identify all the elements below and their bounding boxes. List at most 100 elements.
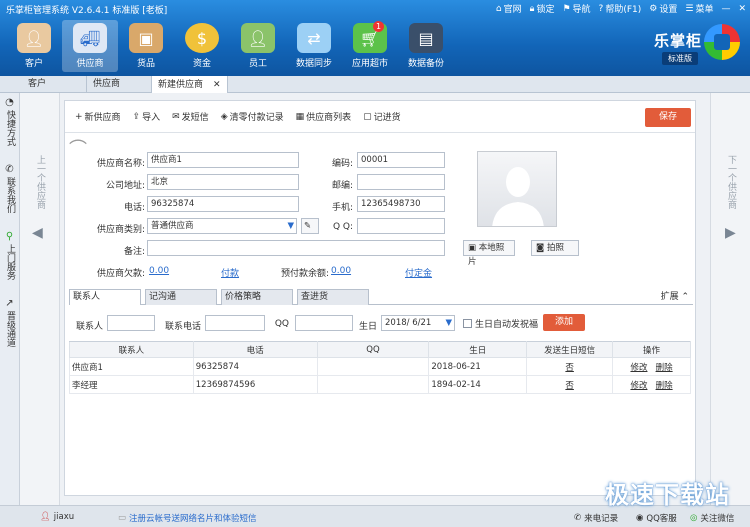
edit-link[interactable]: 修改 xyxy=(630,381,647,391)
sidebar-contact-us[interactable]: 联系我们 xyxy=(4,177,15,213)
clear-payment-button[interactable]: ◈ 清零付款记录 xyxy=(221,110,284,124)
nav-customer[interactable]: 👤︎ 客户 xyxy=(6,20,62,72)
nav-employee[interactable]: 👤︎ 员工 xyxy=(230,20,286,72)
name-label: 供应商名称: xyxy=(96,159,145,169)
app-market-badge: 1 xyxy=(373,21,384,32)
new-supplier-button[interactable]: + 新供应商 xyxy=(75,110,121,124)
watermark: 极速下载站 xyxy=(605,481,730,509)
top-menu: ⌂ 官网 🔒︎ 锁定 ⚑ 导航 ? 帮助(F1) ⚙ 设置 ☰ 菜单 — ✕ xyxy=(496,2,746,16)
settings-button[interactable]: ⚙ 设置 xyxy=(649,2,677,16)
tab-bar: 客户 供应商 新建供应商 ✕ xyxy=(0,76,750,93)
delete-link[interactable]: 删除 xyxy=(656,363,673,373)
subtab-contacts[interactable]: 联系人 xyxy=(69,289,141,305)
current-user: 👤︎ jiaxu xyxy=(40,512,75,522)
delete-link[interactable]: 删除 xyxy=(656,381,673,391)
register-notice[interactable]: ▭ 注册云帐号送网络名片和体验短信 xyxy=(118,512,257,524)
customer-icon: 👤︎ xyxy=(17,23,51,53)
category-label: 供应商类别: xyxy=(96,225,145,235)
nav-supplier[interactable]: 🚚︎ 供应商 xyxy=(62,20,118,72)
subtab-pricing[interactable]: 价格策略 xyxy=(221,289,293,305)
prev-supplier-panel[interactable]: 上一个供应商 ◀ xyxy=(20,93,60,505)
address-input[interactable]: 北京 xyxy=(147,174,299,190)
prepay-value[interactable]: 0.00 xyxy=(331,266,351,276)
table-row[interactable]: 供应商1 96325874 2018-06-21 否 修改 删除 xyxy=(69,357,691,376)
phone-input[interactable]: 96325874 xyxy=(147,196,299,212)
purchase-record-button[interactable]: ▢ 记进货 xyxy=(363,110,401,124)
nav-goods[interactable]: ▣ 货品 xyxy=(118,20,174,72)
cell-sms[interactable]: 否 xyxy=(526,357,614,376)
close-tab-icon[interactable]: ✕ xyxy=(213,77,221,93)
qq-input[interactable] xyxy=(357,218,445,234)
remark-input[interactable] xyxy=(147,240,445,256)
subtab-communication[interactable]: 记沟通 xyxy=(145,289,217,305)
phone-icon: ✆ xyxy=(5,164,14,175)
title-bar: 乐掌柜管理系统 V2.6.4.1 标准版 [老板] ⌂ 官网 🔒︎ 锁定 ⚑ 导航 ?… xyxy=(0,0,750,76)
guide-button[interactable]: ⚑ 导航 xyxy=(562,2,590,16)
mobile-input[interactable]: 12365498730 xyxy=(357,196,445,212)
chevron-left-icon[interactable]: ◀ xyxy=(32,225,43,241)
qq-service-button[interactable]: ◉ QQ客服 xyxy=(636,512,677,524)
name-input[interactable]: 供应商1 xyxy=(147,152,299,168)
contact-qq-input[interactable] xyxy=(295,315,353,331)
prepay-label: 预付款余额: xyxy=(280,269,329,279)
caller-log-button[interactable]: ✆ 来电记录 xyxy=(574,512,618,524)
money-bag-icon: $ xyxy=(185,23,219,53)
postcode-label: 邮编: xyxy=(331,181,353,191)
sidebar-upgrade[interactable]: 晋级通道 xyxy=(4,311,15,347)
lock-button[interactable]: 🔒︎ 锁定 xyxy=(530,2,555,16)
wechat-button[interactable]: ◎ 关注微信 xyxy=(690,512,734,524)
local-photo-button[interactable]: ▣ 本地照片 xyxy=(463,240,515,267)
postcode-input[interactable] xyxy=(357,174,445,190)
chevron-right-icon[interactable]: ▶ xyxy=(725,225,736,241)
debt-value[interactable]: 0.00 xyxy=(149,266,169,276)
dropdown-arrow-icon[interactable]: ▼ xyxy=(445,316,452,330)
chevron-up-icon: ⌃ xyxy=(681,292,689,302)
dropdown-arrow-icon[interactable]: ▼ xyxy=(287,219,294,233)
deposit-link[interactable]: 付定金 xyxy=(405,266,432,279)
tab-customer[interactable]: 客户 xyxy=(22,76,87,93)
code-input[interactable]: 00001 xyxy=(357,152,445,168)
nav-app-market[interactable]: 🛒︎ 应用超市 1 xyxy=(342,20,398,72)
sidebar-onsite-service[interactable]: 上门服务 xyxy=(4,244,15,280)
birthday-picker[interactable]: 2018/ 6/21 ▼ xyxy=(381,315,455,331)
nav-data-backup[interactable]: ▤ 数据备份 xyxy=(398,20,454,72)
next-supplier-panel[interactable]: 下一个供应商 ▶ xyxy=(710,93,750,505)
edit-link[interactable]: 修改 xyxy=(630,363,647,373)
contact-name-input[interactable] xyxy=(107,315,155,331)
qq-icon: ◉ xyxy=(636,513,644,523)
sidebar-shortcut[interactable]: 快捷方式 xyxy=(4,110,15,146)
menu-button[interactable]: ☰ 菜单 xyxy=(685,2,713,16)
subtab-purchases[interactable]: 查进货 xyxy=(297,289,369,305)
add-contact-button[interactable]: 添加 xyxy=(543,314,585,331)
supplier-list-button[interactable]: ▦ 供应商列表 xyxy=(296,110,352,124)
tab-new-supplier[interactable]: 新建供应商 ✕ xyxy=(152,76,228,93)
nav-data-sync[interactable]: ⇄ 数据同步 xyxy=(286,20,342,72)
close-button[interactable]: ✕ xyxy=(738,2,746,15)
minimize-button[interactable]: — xyxy=(721,2,730,15)
auto-bless-checkbox[interactable] xyxy=(463,319,472,328)
sub-tab-bar: 联系人 记沟通 价格策略 查进货 扩展 ⌃ xyxy=(69,289,693,305)
take-photo-button[interactable]: ◙ 拍照 xyxy=(531,240,579,256)
official-site-link[interactable]: ⌂ 官网 xyxy=(496,2,522,16)
send-sms-button[interactable]: ✉ 发短信 xyxy=(172,110,209,124)
contacts-table: 联系人 电话 QQ 生日 发送生日短信 操作 供应商1 96325874 201… xyxy=(69,341,691,394)
col-contact: 联系人 xyxy=(69,341,194,358)
cell-sms[interactable]: 否 xyxy=(526,375,614,394)
tab-supplier[interactable]: 供应商 xyxy=(87,76,152,93)
pay-link[interactable]: 付款 xyxy=(221,266,239,279)
bicycle-icon: ⚲ xyxy=(5,231,14,242)
next-supplier-label: 下一个供应商 xyxy=(726,155,736,209)
nav-funds[interactable]: $ 资金 xyxy=(174,20,230,72)
auto-bless-option[interactable]: 生日自动发祝福 xyxy=(463,317,538,330)
help-button[interactable]: ? 帮助(F1) xyxy=(599,2,642,16)
import-button[interactable]: ⇪ 导入 xyxy=(133,110,161,124)
cell-birthday: 2018-06-21 xyxy=(428,357,528,376)
cell-qq xyxy=(316,375,430,394)
address-label: 公司地址: xyxy=(105,181,145,191)
save-button[interactable]: 保存 xyxy=(645,108,691,127)
expand-toggle[interactable]: 扩展 ⌃ xyxy=(661,289,689,302)
category-select[interactable]: 普通供应商 ▼ xyxy=(147,218,297,234)
table-row[interactable]: 李经理 12369874596 1894-02-14 否 修改 删除 xyxy=(69,375,691,394)
contact-phone-input[interactable] xyxy=(205,315,265,331)
main-panel: + 新供应商 ⇪ 导入 ✉ 发短信 ◈ 清零付款记录 ▦ 供应商列表 ▢ 记进货 保存 ⌒ … xyxy=(64,100,696,496)
